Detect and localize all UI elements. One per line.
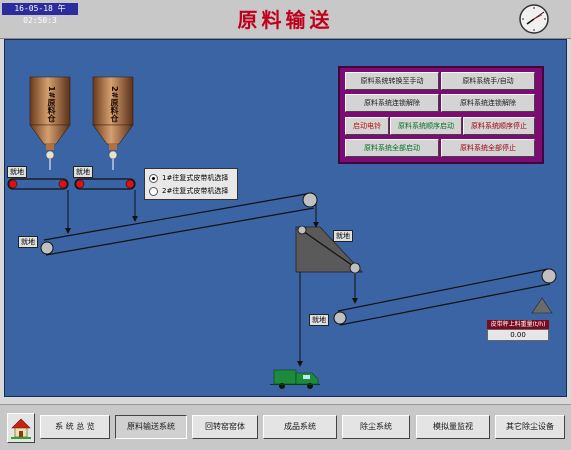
release-interlock-button-2[interactable]: 原料系统连锁解除	[441, 94, 535, 112]
weigher-label: 皮带秤上料重量(t/h)	[487, 320, 549, 329]
local-tag-3: 就地	[18, 236, 38, 248]
feeder-belt-2	[74, 178, 136, 190]
nav-product[interactable]: 成品系统	[263, 415, 337, 439]
nav-raw-material[interactable]: 原料输送系统	[115, 415, 187, 439]
local-tag-5: 就地	[309, 314, 329, 326]
nav-kiln[interactable]: 回转窑窑体	[192, 415, 258, 439]
silo-1-label: 1#原料仓	[47, 86, 56, 123]
nav-bar: 系 统 总 览 原料输送系统 回转窑窑体 成品系统 除尘系统 模拟量监视 其它除…	[0, 404, 571, 450]
stockpile-icon	[531, 297, 553, 314]
nav-analog-monitor[interactable]: 模拟量监视	[416, 415, 490, 439]
local-tag-1: 就地	[7, 166, 27, 178]
belt-weigher-readout: 皮带秤上料重量(t/h) 0.00	[487, 320, 549, 341]
radio-selected-icon	[149, 173, 158, 183]
main-belt-conveyor	[40, 192, 318, 256]
belt-selector-group: 1#往复式皮带机选择 2#往复式皮带机选择	[144, 168, 238, 200]
hmi-window: 16-05-18 午 02:50:3 原料输送 1#原料仓 2#原料仓 就地 就…	[0, 0, 571, 450]
nav-other-dust[interactable]: 其它除尘设备	[495, 415, 565, 439]
truck-icon	[270, 369, 320, 389]
sequence-start-button[interactable]: 原料系统顺序启动	[390, 117, 462, 135]
belt-option-2-label: 2#往复式皮带机选择	[162, 187, 229, 195]
nav-overview[interactable]: 系 统 总 览	[40, 415, 110, 439]
release-interlock-button-1[interactable]: 原料系统连锁解除	[345, 94, 439, 112]
control-panel: 原料系统转换至手动 原料系统手/自动 原料系统连锁解除 原料系统连锁解除 启动电…	[338, 66, 544, 164]
sequence-stop-button[interactable]: 原料系统顺序停止	[463, 117, 535, 135]
weigher-value: 0.00	[487, 329, 549, 341]
home-button[interactable]	[7, 413, 35, 443]
start-bell-button[interactable]: 启动电铃	[345, 117, 389, 135]
silo-2-label: 2#原料仓	[110, 86, 119, 123]
nav-dust-removal[interactable]: 除尘系统	[342, 415, 410, 439]
local-tag-4: 就地	[333, 230, 353, 242]
local-tag-2: 就地	[73, 166, 93, 178]
feeder-belt-1	[7, 178, 69, 190]
belt-option-2[interactable]: 2#往复式皮带机选择	[149, 185, 228, 197]
switch-to-manual-button[interactable]: 原料系统转换至手动	[345, 72, 439, 90]
home-icon	[11, 418, 31, 439]
radio-unselected-icon	[149, 186, 158, 196]
all-stop-button[interactable]: 原料系统全部停止	[441, 139, 535, 157]
hand-auto-button[interactable]: 原料系统手/自动	[441, 72, 535, 90]
lower-belt-conveyor	[333, 268, 557, 326]
belt-option-1-label: 1#往复式皮带机选择	[162, 174, 229, 182]
all-start-button[interactable]: 原料系统全部启动	[345, 139, 439, 157]
belt-option-1[interactable]: 1#往复式皮带机选择	[149, 172, 228, 184]
